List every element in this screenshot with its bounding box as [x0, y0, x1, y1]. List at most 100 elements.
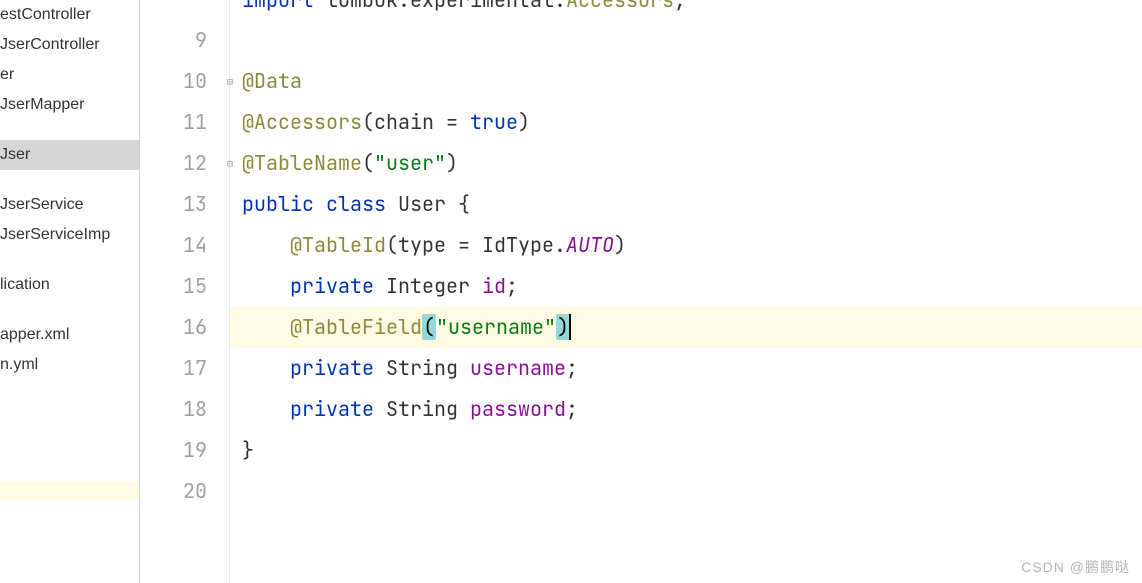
code-line[interactable]: } — [230, 430, 1142, 471]
token-anno: @Data — [242, 68, 302, 94]
token-bracket-hl: ) — [556, 314, 570, 340]
token-kw: private — [242, 273, 386, 299]
gutter-line[interactable]: 12⊟ — [140, 143, 229, 184]
line-number: 10 — [183, 68, 207, 94]
token-str: "username" — [436, 314, 556, 340]
code-line[interactable]: private String password; — [230, 389, 1142, 430]
editor-area[interactable]: 9 10⊟ 11 12⊟ 13 14 15 16 17 18 19 20 import lombok.… — [140, 0, 1142, 583]
gutter-line[interactable] — [140, 0, 229, 20]
token-const-italic: AUTO — [566, 232, 614, 258]
sidebar-item-label: apper.xml — [0, 326, 69, 343]
gutter-line[interactable]: 17 — [140, 348, 229, 389]
sidebar-item[interactable]: n.yml — [0, 350, 139, 380]
sidebar-item[interactable]: lication — [0, 270, 139, 300]
sidebar-spacer — [0, 300, 139, 320]
token-punc: (type = IdType. — [386, 232, 566, 258]
token-field: username — [470, 355, 566, 381]
token-field: id — [482, 273, 506, 299]
gutter-line[interactable]: 9 — [140, 20, 229, 61]
gutter-line[interactable]: 19 — [140, 430, 229, 471]
line-number: 19 — [183, 437, 207, 463]
code-line[interactable]: @Accessors(chain = true) — [230, 102, 1142, 143]
code-line[interactable]: @TableId(type = IdType.AUTO) — [230, 225, 1142, 266]
gutter-line[interactable]: 16 — [140, 307, 229, 348]
line-number: 17 — [183, 355, 207, 381]
sidebar-item-label: JserService — [0, 196, 84, 213]
project-sidebar[interactable]: estController JserController er JserMapper J… — [0, 0, 140, 583]
sidebar-item-label: Jser — [0, 146, 30, 163]
line-number: 14 — [183, 232, 207, 258]
code-line[interactable]: public class User { — [230, 184, 1142, 225]
gutter-line[interactable]: 18 — [140, 389, 229, 430]
code-area[interactable]: import lombok.experimental.Accessors; @Da… — [230, 0, 1142, 583]
sidebar-item[interactable]: JserServiceImp — [0, 220, 139, 250]
line-number: 16 — [183, 314, 207, 340]
token-kw: private — [242, 355, 386, 381]
sidebar-highlight-band — [0, 482, 138, 500]
token-kw: public class — [242, 191, 398, 217]
token-anno: @Accessors — [242, 109, 362, 135]
code-line[interactable]: private Integer id; — [230, 266, 1142, 307]
token-punc: ; — [674, 0, 686, 13]
token-punc: ; — [506, 273, 518, 299]
code-line[interactable] — [230, 20, 1142, 61]
sidebar-spacer — [0, 170, 139, 190]
sidebar-item-label: er — [0, 66, 14, 83]
token-punc: ; — [566, 396, 578, 422]
sidebar-item[interactable]: apper.xml — [0, 320, 139, 350]
line-number: 11 — [183, 109, 207, 135]
line-number-gutter[interactable]: 9 10⊟ 11 12⊟ 13 14 15 16 17 18 19 20 — [140, 0, 230, 583]
sidebar-item-label: n.yml — [0, 356, 38, 373]
token-punc: ) — [446, 150, 458, 176]
sidebar-item[interactable]: estController — [0, 0, 139, 30]
line-number: 15 — [183, 273, 207, 299]
gutter-line[interactable]: 14 — [140, 225, 229, 266]
code-line[interactable] — [230, 471, 1142, 512]
token-punc: ; — [566, 355, 578, 381]
sidebar-item[interactable]: Jser — [0, 140, 139, 170]
sidebar-items-container: estController JserController er JserMapper J… — [0, 0, 139, 380]
token-punc: (chain = — [362, 109, 470, 135]
text-cursor — [569, 314, 571, 340]
gutter-line[interactable]: 13 — [140, 184, 229, 225]
line-number: 9 — [195, 27, 207, 53]
sidebar-spacer — [0, 120, 139, 140]
gutter-line[interactable]: 11 — [140, 102, 229, 143]
code-line[interactable]: private String username; — [230, 348, 1142, 389]
token-punc: ) — [518, 109, 530, 135]
line-number: 12 — [183, 150, 207, 176]
token-type: Integer — [386, 273, 482, 299]
token-anno: @TableField — [242, 314, 422, 340]
sidebar-spacer — [0, 250, 139, 270]
code-line[interactable]: @Data — [230, 61, 1142, 102]
sidebar-item-label: JserServiceImp — [0, 226, 110, 243]
token-punc: ( — [362, 150, 374, 176]
gutter-line[interactable]: 20 — [140, 471, 229, 512]
sidebar-item[interactable]: JserController — [0, 30, 139, 60]
token-anno: Accessors — [566, 0, 674, 13]
gutter-line[interactable]: 10⊟ — [140, 61, 229, 102]
token-bracket-hl: ( — [422, 314, 436, 340]
sidebar-item[interactable]: er — [0, 60, 139, 90]
token-ident: lombok.experimental. — [314, 0, 566, 13]
code-line[interactable]: @TableName("user") — [230, 143, 1142, 184]
code-line[interactable]: @TableField("username") — [230, 307, 1142, 348]
token-type: String — [386, 396, 470, 422]
token-str: "user" — [374, 150, 446, 176]
token-type: User — [398, 191, 458, 217]
token-field: password — [470, 396, 566, 422]
code-line[interactable]: import lombok.experimental.Accessors; — [230, 0, 1142, 20]
sidebar-item[interactable]: JserService — [0, 190, 139, 220]
gutter-line[interactable]: 15 — [140, 266, 229, 307]
token-punc: ) — [614, 232, 626, 258]
token-kw: private — [242, 396, 386, 422]
token-punc: } — [242, 437, 254, 463]
token-anno: @TableId — [242, 232, 386, 258]
sidebar-item-label: JserMapper — [0, 96, 84, 113]
line-number: 18 — [183, 396, 207, 422]
sidebar-item-label: estController — [0, 6, 91, 23]
line-number: 13 — [183, 191, 207, 217]
sidebar-item[interactable]: JserMapper — [0, 90, 139, 120]
token-kw: true — [470, 109, 518, 135]
token-type: String — [386, 355, 470, 381]
